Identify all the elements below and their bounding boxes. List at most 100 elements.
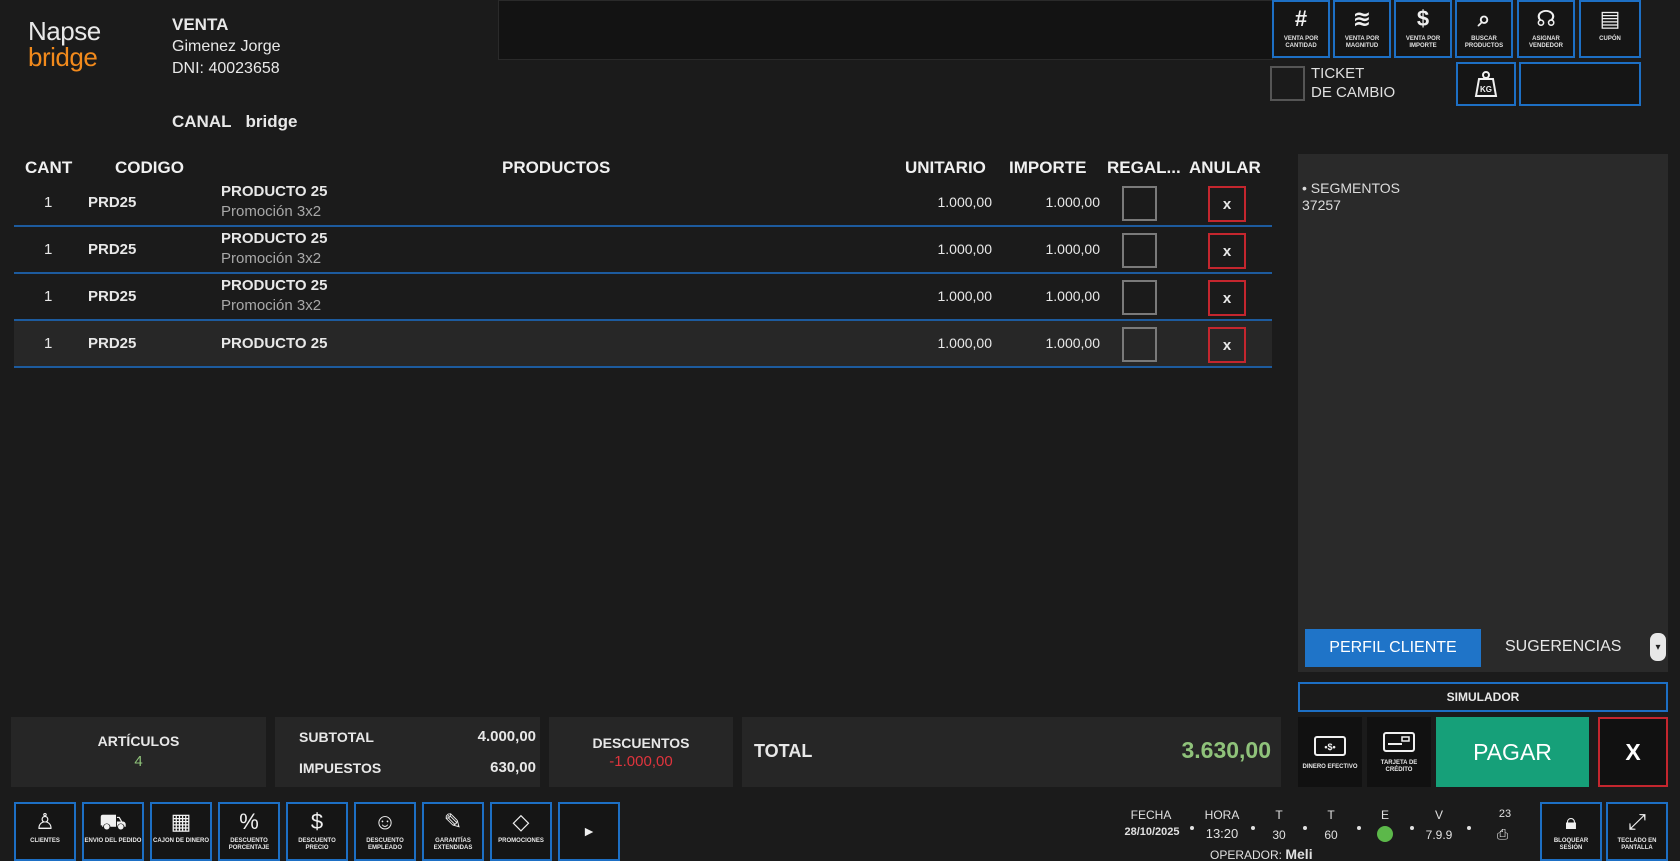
cancel-sale-button[interactable]: X: [1598, 717, 1668, 787]
extra-button[interactable]: [1519, 62, 1641, 106]
customer-profile-panel: [1298, 154, 1668, 628]
input-bar[interactable]: [498, 0, 1273, 60]
scale-button[interactable]: KG: [1456, 62, 1516, 106]
clients-button[interactable]: ♙ CLIENTES: [14, 802, 76, 861]
order-shipping-button[interactable]: ⛟ ENVIO DEL PEDIDO: [82, 802, 144, 861]
discounts-box: DESCUENTOS -1.000,00: [549, 717, 733, 787]
printer-icon: ⎙: [1497, 826, 1509, 842]
total-label: TOTAL: [754, 741, 813, 761]
employee-discount-button[interactable]: ☺ DESCUENTO EMPLEADO: [354, 802, 416, 861]
table-row[interactable]: 1 PRD25 PRODUCTO 25 Promoción 3x2 1.000,…: [14, 274, 1272, 321]
exchange-ticket-label: TICKET DE CAMBIO: [1311, 65, 1396, 101]
subtotal-value: 4.000,00: [477, 728, 536, 745]
lock-icon: 🔒︎: [1565, 809, 1577, 834]
price-discount-button[interactable]: $ DESCUENTO PRECIO: [286, 802, 348, 861]
articles-label: ARTÍCULOS: [97, 733, 180, 749]
discounts-label: DESCUENTOS: [592, 735, 690, 751]
tab-sugerencias[interactable]: SUGERENCIAS: [1505, 638, 1621, 656]
exchange-ticket-checkbox[interactable]: [1270, 66, 1305, 101]
header-unitario: UNITARIO: [905, 158, 986, 177]
sale-by-magnitude-button[interactable]: ≋ VENTA POR MAGNITUD: [1333, 0, 1391, 58]
operator: OPERADOR: Meli: [1210, 846, 1313, 861]
table-row[interactable]: 1 PRD25 PRODUCTO 25 Promoción 3x2 1.000,…: [14, 227, 1272, 274]
channel: CANAL bridge: [172, 112, 311, 132]
header-regalo: REGAL...: [1107, 158, 1181, 177]
sale-by-quantity-button[interactable]: # VENTA POR CANTIDAD: [1272, 0, 1330, 58]
void-button[interactable]: x: [1208, 186, 1246, 222]
brand-line1: Napse: [28, 16, 101, 46]
articles-value: 4: [134, 753, 143, 770]
hash-icon: #: [1294, 6, 1308, 31]
credit-card-icon: [1383, 732, 1415, 752]
truck-icon: ⛟: [99, 809, 127, 834]
promotions-button[interactable]: ◇ PROMOCIONES: [490, 802, 552, 861]
table-row[interactable]: 1 PRD25 PRODUCTO 25 Promoción 3x2 1.000,…: [14, 180, 1272, 227]
percent-icon: %: [239, 809, 259, 834]
barcode-icon: ▤: [1599, 6, 1621, 31]
header-cant: CANT: [25, 158, 73, 177]
t2-label: T: [1327, 808, 1335, 822]
time-label: HORA: [1204, 808, 1240, 822]
subtotal-box: SUBTOTAL 4.000,00 IMPUESTOS 630,00: [275, 717, 540, 787]
pay-button[interactable]: PAGAR: [1436, 717, 1589, 787]
simulator-button[interactable]: SIMULADOR: [1298, 682, 1668, 712]
next-page-button[interactable]: ►: [558, 802, 620, 861]
search-icon: ⌕: [1477, 6, 1491, 31]
channel-label: CANAL: [172, 112, 232, 131]
employee-icon: ☺: [373, 809, 397, 834]
edit-icon: ✎: [443, 809, 463, 834]
user-icon: ♙: [35, 809, 55, 834]
date-label: FECHA: [1130, 808, 1172, 822]
time-value: 13:20: [1205, 826, 1239, 841]
weight-icon: KG: [1474, 71, 1498, 97]
lock-session-button[interactable]: 🔒︎ BLOQUEAR SESIÓN: [1540, 802, 1602, 861]
sale-by-amount-button[interactable]: $ VENTA POR IMPORTE: [1394, 0, 1452, 58]
chevron-down-icon[interactable]: ▾: [1650, 633, 1666, 661]
segments-info: • SEGMENTOS 37257: [1302, 180, 1400, 214]
gift-checkbox[interactable]: [1122, 186, 1157, 221]
separator-dot: [1410, 826, 1414, 830]
t1-label: T: [1275, 808, 1283, 822]
headset-icon: ☊: [1536, 6, 1556, 31]
tag-icon: ◇: [512, 809, 530, 834]
on-screen-keyboard-button[interactable]: ⤢ TECLADO EN PANTALLA: [1606, 802, 1668, 861]
dollar-circle-icon: $: [310, 809, 324, 834]
cash-payment-button[interactable]: •$• DINERO EFECTIVO: [1298, 717, 1362, 787]
e-label: E: [1380, 808, 1389, 822]
t1-value: 30: [1272, 828, 1286, 842]
coupon-button[interactable]: ▤ CUPÓN: [1579, 0, 1641, 58]
date-value: 28/10/2025: [1124, 826, 1180, 838]
separator-dot: [1190, 826, 1194, 830]
cash-drawer-button[interactable]: ▦ CAJON DE DINERO: [150, 802, 212, 861]
search-products-button[interactable]: ⌕ BUSCAR PRODUCTOS: [1455, 0, 1513, 58]
separator-dot: [1251, 826, 1255, 830]
percent-discount-button[interactable]: % DESCUENTO PORCENTAJE: [218, 802, 280, 861]
customer-info: VENTA Gimenez Jorge DNI: 40023658: [172, 14, 281, 80]
credit-card-button[interactable]: TARJETA DE CRÉDITO: [1367, 717, 1431, 787]
dollar-icon: $: [1416, 6, 1430, 31]
subtotal-label: SUBTOTAL: [299, 729, 374, 745]
gift-checkbox[interactable]: [1122, 327, 1157, 362]
void-button[interactable]: x: [1208, 233, 1246, 269]
table-row-selected[interactable]: 1 PRD25 PRODUCTO 25 1.000,00 1.000,00 x: [14, 321, 1272, 368]
void-button[interactable]: x: [1208, 327, 1246, 363]
header-productos: PRODUCTOS: [502, 158, 611, 177]
customer-name: Gimenez Jorge: [172, 38, 281, 55]
drawer-icon: ▦: [170, 809, 192, 834]
taxes-value: 630,00: [490, 759, 536, 776]
void-button[interactable]: x: [1208, 280, 1246, 316]
brand-logo: Napse bridge: [28, 18, 118, 70]
cash-icon: •$•: [1314, 735, 1346, 756]
gift-checkbox[interactable]: [1122, 280, 1157, 315]
separator-dot: [1303, 826, 1307, 830]
customer-dni: DNI: 40023658: [172, 60, 280, 77]
discounts-value: -1.000,00: [609, 753, 673, 770]
version-value: 7.9.9: [1425, 828, 1453, 842]
t2-value: 60: [1324, 828, 1338, 842]
assign-seller-button[interactable]: ☊ ASIGNAR VENDEDOR: [1517, 0, 1575, 58]
gift-checkbox[interactable]: [1122, 233, 1157, 268]
extended-warranty-button[interactable]: ✎ GARANTÍAS EXTENDIDAS: [422, 802, 484, 861]
tab-perfil-cliente[interactable]: PERFIL CLIENTE: [1305, 629, 1481, 667]
header-codigo: CODIGO: [115, 158, 184, 177]
total-box: TOTAL 3.630,00: [742, 717, 1281, 787]
